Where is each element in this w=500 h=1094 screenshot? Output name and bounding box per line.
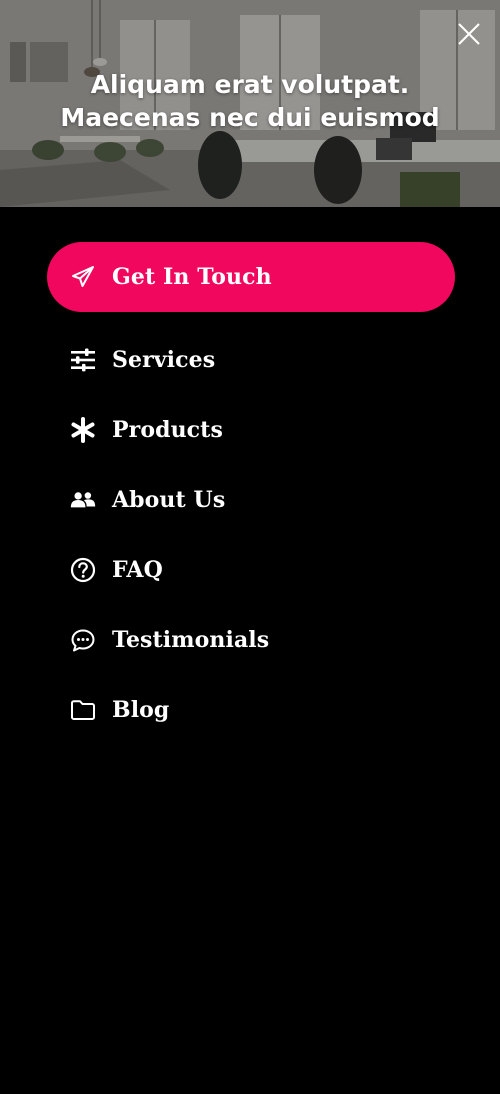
paper-plane-icon — [70, 264, 96, 290]
menu-item-blog[interactable]: Blog — [47, 675, 455, 745]
menu-item-testimonials[interactable]: Testimonials — [47, 605, 455, 675]
menu-item-products[interactable]: Products — [47, 395, 455, 465]
menu-item-label: About Us — [112, 487, 226, 513]
menu-item-label: Blog — [112, 697, 170, 723]
menu-item-services[interactable]: Services — [47, 325, 455, 395]
asterisk-icon — [70, 417, 96, 443]
question-circle-icon — [70, 557, 96, 583]
menu-item-label: Testimonials — [112, 627, 270, 653]
get-in-touch-label: Get In Touch — [112, 264, 272, 290]
close-icon — [458, 23, 480, 45]
close-button[interactable] — [456, 21, 482, 47]
menu-item-label: Services — [112, 347, 216, 373]
folder-icon — [70, 697, 96, 723]
menu-item-label: FAQ — [112, 557, 163, 583]
menu-item-about-us[interactable]: About Us — [47, 465, 455, 535]
comment-dots-icon — [70, 627, 96, 653]
menu-item-label: Products — [112, 417, 223, 443]
hero-banner: Aliquam erat volutpat. Maecenas nec dui … — [0, 0, 500, 207]
menu-item-faq[interactable]: FAQ — [47, 535, 455, 605]
hero-title: Aliquam erat volutpat. Maecenas nec dui … — [60, 70, 440, 132]
main-navigation-menu: Get In Touch Services Products About Us … — [47, 242, 455, 745]
users-icon — [70, 487, 96, 513]
sliders-icon — [70, 347, 96, 373]
get-in-touch-button[interactable]: Get In Touch — [47, 242, 455, 312]
